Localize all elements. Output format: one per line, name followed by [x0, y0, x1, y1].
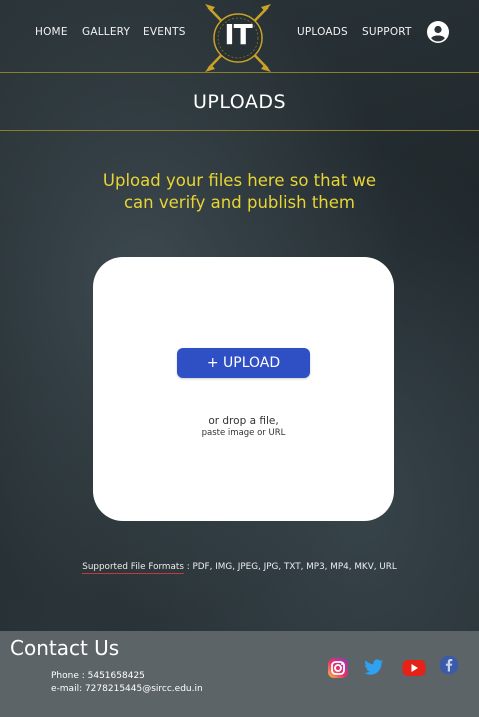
paste-hint-text: paste image or URL	[201, 428, 286, 438]
navbar: HOME GALLERY EVENTS IT UPLOADS SUPPORT	[0, 0, 479, 73]
facebook-icon[interactable]	[439, 655, 461, 677]
contact-phone: Phone : 5451658425	[51, 671, 145, 681]
user-circle-icon[interactable]	[427, 21, 449, 43]
it-logo[interactable]: IT	[203, 4, 273, 72]
supported-formats: Supported File Formats : PDF, IMG, JPEG,…	[0, 562, 479, 574]
title-band: UPLOADS	[0, 73, 479, 131]
headline-line-1: Upload your files here so that we	[102, 171, 377, 190]
footer: Contact Us Phone : 5451658425 e-mail: 72…	[0, 631, 479, 717]
formats-list: : PDF, IMG, JPEG, JPG, TXT, MP3, MP4, MK…	[183, 562, 397, 572]
nav-support[interactable]: SUPPORT	[362, 26, 412, 38]
upload-button[interactable]: + UPLOAD	[177, 348, 310, 378]
nav-uploads[interactable]: UPLOADS	[297, 26, 348, 38]
upload-headline: Upload your files here so that we can ve…	[40, 170, 439, 214]
drop-file-text: or drop a file,	[208, 415, 279, 427]
youtube-icon[interactable]	[402, 659, 426, 681]
formats-label: Supported File Formats	[82, 562, 184, 574]
contact-title: Contact Us	[10, 636, 120, 660]
nav-gallery[interactable]: GALLERY	[82, 26, 130, 38]
page-title: UPLOADS	[192, 91, 287, 113]
nav-events[interactable]: EVENTS	[143, 26, 186, 38]
upload-dropzone[interactable]: + UPLOAD or drop a file, paste image or …	[93, 257, 394, 521]
twitter-icon[interactable]	[364, 658, 386, 680]
logo-text: IT	[224, 18, 253, 51]
headline-line-2: can verify and publish them	[123, 193, 355, 212]
contact-email[interactable]: e-mail: 7278215445@sircc.edu.in	[51, 684, 203, 694]
instagram-icon[interactable]	[327, 657, 349, 679]
nav-home[interactable]: HOME	[35, 26, 68, 38]
